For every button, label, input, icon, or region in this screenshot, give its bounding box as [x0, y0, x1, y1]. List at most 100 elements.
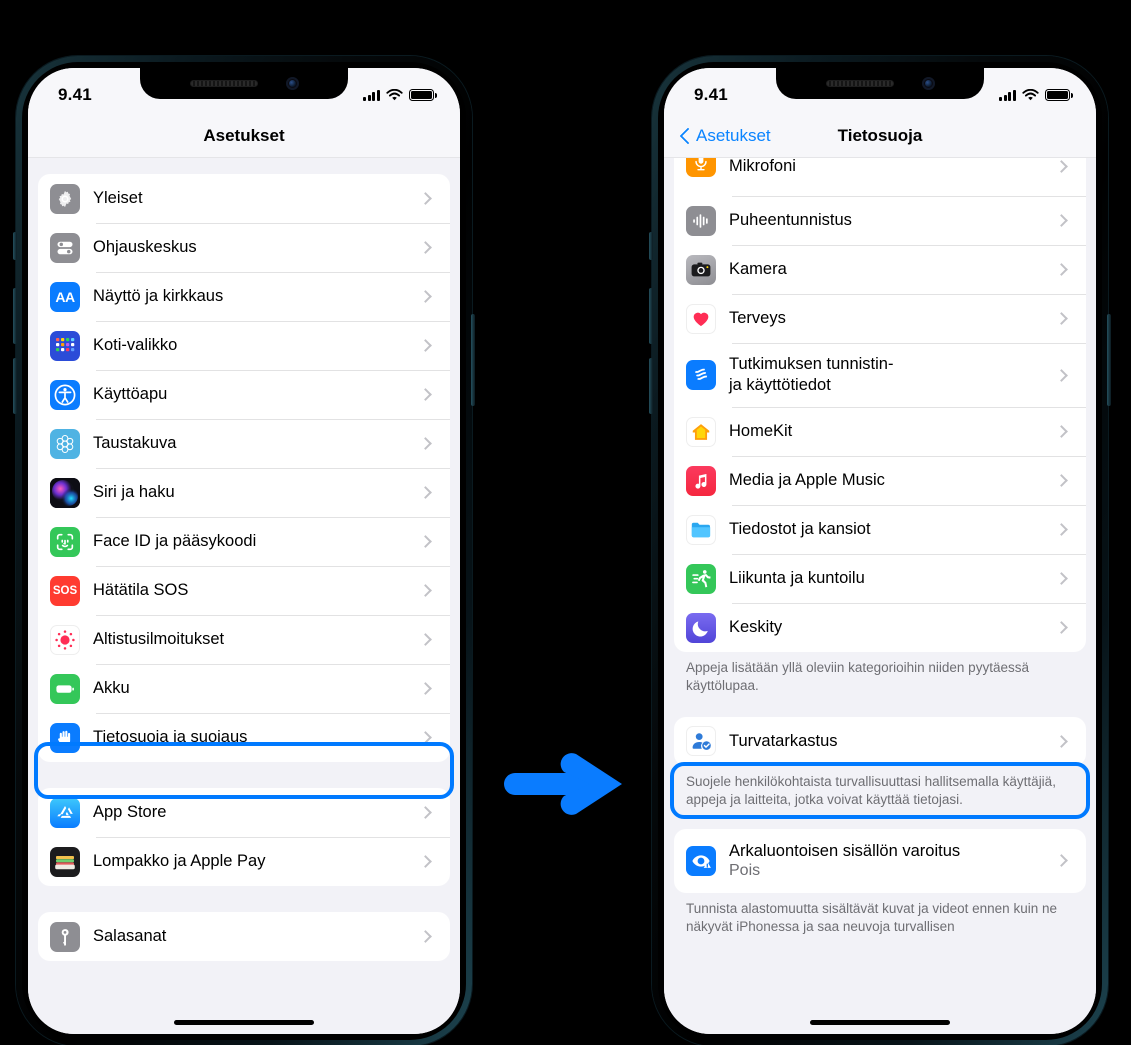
apple-music-icon — [686, 465, 716, 496]
sidebar-item-label: Hätätila SOS — [93, 580, 189, 599]
display-brightness-icon: AA — [50, 281, 80, 312]
chevron-right-icon — [419, 731, 432, 744]
mute-switch-right[interactable] — [649, 232, 653, 260]
sidebar-item-siri-ja-haku[interactable]: Siri ja haku — [38, 468, 450, 517]
accessibility-icon — [50, 379, 80, 410]
siri-icon — [50, 477, 80, 508]
wallet-icon — [50, 846, 80, 877]
settings-list-left[interactable]: Yleiset Ohjauskeskus AA Näyttö ja kirkka… — [28, 158, 460, 1034]
volume-up-button-left[interactable] — [13, 288, 17, 344]
mute-switch-left[interactable] — [13, 232, 17, 260]
sidebar-item-altistusilmoitukset[interactable]: Altistusilmoitukset — [38, 615, 450, 664]
camera-icon — [686, 254, 716, 285]
sidebar-item-yleiset[interactable]: Yleiset — [38, 174, 450, 223]
front-camera-icon — [285, 77, 299, 90]
homekit-icon — [686, 416, 716, 447]
sidebar-item-hatatila-sos[interactable]: SOS Hätätila SOS — [38, 566, 450, 615]
wallpaper-icon — [50, 428, 80, 459]
chevron-right-icon — [1055, 572, 1068, 585]
sidebar-item-akku[interactable]: Akku — [38, 664, 450, 713]
sidebar-item-nautto-ja-kirkkaus[interactable]: AA Näyttö ja kirkkaus — [38, 272, 450, 321]
volume-down-button-left[interactable] — [13, 358, 17, 414]
chevron-right-icon — [419, 584, 432, 597]
list-item-kamera[interactable]: Kamera — [674, 245, 1086, 294]
chevron-right-icon — [1055, 160, 1068, 173]
chevron-right-icon — [419, 682, 432, 695]
notch-left — [140, 68, 348, 99]
list-item-liikunta-ja-kuntoilu[interactable]: Liikunta ja kuntoilu — [674, 554, 1086, 603]
list-item-media-ja-apple-music[interactable]: Media ja Apple Music — [674, 456, 1086, 505]
phone-device-right: 9.41 Asetukset Tietosuoja Mikrofoni Puhe… — [649, 56, 1111, 1045]
sidebar-item-lompakko-ja-apple-pay[interactable]: Lompakko ja Apple Pay — [38, 837, 450, 886]
list-item-text: Arkaluontoisen sisällön varoitus Pois — [729, 842, 1044, 879]
nav-bar-left: Asetukset — [28, 114, 460, 158]
sidebar-item-app-store[interactable]: App Store — [38, 788, 450, 837]
safety-check-icon — [686, 726, 716, 757]
health-heart-icon — [686, 303, 716, 334]
earpiece-speaker — [189, 80, 258, 87]
list-item-label: Kamera — [729, 259, 787, 278]
list-item-terveys[interactable]: Terveys — [674, 294, 1086, 343]
chevron-right-icon — [419, 486, 432, 499]
exposure-notifications-icon — [50, 624, 80, 655]
chevron-right-icon — [1055, 854, 1068, 868]
status-indicators — [363, 88, 437, 102]
list-item-label: Turvatarkastus — [729, 731, 838, 750]
gear-icon — [50, 183, 80, 214]
wifi-icon — [1022, 88, 1039, 100]
volume-down-button-right[interactable] — [649, 358, 653, 414]
list-item-mikrofoni[interactable]: Mikrofoni — [674, 158, 1086, 196]
privacy-group-2: Turvatarkastus — [674, 716, 1086, 766]
home-screen-icon — [50, 330, 80, 361]
face-id-icon — [50, 526, 80, 557]
phone-screen-right: 9.41 Asetukset Tietosuoja Mikrofoni Puhe… — [664, 68, 1096, 1034]
microphone-icon — [686, 158, 716, 177]
sidebar-item-kayttoapu[interactable]: Käyttöapu — [38, 370, 450, 419]
chevron-right-icon — [419, 855, 432, 868]
control-center-icon — [50, 232, 80, 263]
list-item-tiedostot-ja-kansiot[interactable]: Tiedostot ja kansiot — [674, 505, 1086, 554]
privacy-list-right[interactable]: Mikrofoni Puheentunnistus Kamera Terveys… — [664, 158, 1096, 1034]
battery-full-icon — [1045, 89, 1073, 101]
focus-moon-icon — [686, 612, 716, 643]
sidebar-item-label: Face ID ja pääsykoodi — [93, 531, 257, 550]
screenshot-stage: 9.41 Asetukset Yleiset Ohjauskeskus AA N… — [0, 0, 1131, 1045]
sidebar-item-salasanat[interactable]: Salasanat — [38, 912, 450, 961]
list-item-label: Media ja Apple Music — [729, 470, 885, 489]
sidebar-item-taustakuva[interactable]: Taustakuva — [38, 419, 450, 468]
chevron-right-icon — [419, 437, 432, 450]
list-item-homekit[interactable]: HomeKit — [674, 407, 1086, 456]
files-folder-icon — [686, 514, 716, 545]
list-item-keskity[interactable]: Keskity — [674, 603, 1086, 652]
sidebar-item-ohjauskeskus[interactable]: Ohjauskeskus — [38, 223, 450, 272]
back-button[interactable]: Asetukset — [680, 126, 771, 146]
sidebar-item-face-id[interactable]: Face ID ja pääsykoodi — [38, 517, 450, 566]
footnote-sensitive-content: Tunnista alastomuutta sisältävät kuvat j… — [686, 900, 1057, 934]
back-button-label: Asetukset — [696, 126, 771, 145]
status-time: 9.41 — [58, 85, 92, 104]
speech-recognition-icon — [686, 205, 716, 236]
volume-up-button-right[interactable] — [649, 288, 653, 344]
app-store-icon — [50, 797, 80, 828]
list-item-turvatarkastus[interactable]: Turvatarkastus — [674, 717, 1086, 766]
sidebar-item-koti-valikko[interactable]: Koti-valikko — [38, 321, 450, 370]
power-button-left[interactable] — [471, 314, 475, 406]
list-item-tutkimuksen-tunnistin[interactable]: Tutkimuksen tunnistin- ja käyttötiedot — [674, 343, 1086, 407]
sidebar-item-tietosuoja-ja-suojaus[interactable]: Tietosuoja ja suojaus — [38, 713, 450, 762]
sos-icon: SOS — [50, 575, 80, 606]
settings-group-3: Salasanat — [38, 912, 450, 961]
list-item-label: Tiedostot ja kansiot — [729, 519, 871, 538]
sidebar-item-label: Akku — [93, 678, 130, 697]
power-button-right[interactable] — [1107, 314, 1111, 406]
sidebar-item-label: Tietosuoja ja suojaus — [93, 727, 248, 746]
list-item-puheentunnistus[interactable]: Puheentunnistus — [674, 196, 1086, 245]
wifi-icon — [386, 88, 403, 100]
list-item-arkaluontoisen-sisallon-varoitus[interactable]: Arkaluontoisen sisällön varoitus Pois — [674, 829, 1086, 893]
chevron-right-icon — [419, 290, 432, 303]
sidebar-item-label: Salasanat — [93, 926, 167, 945]
chevron-right-icon — [419, 930, 432, 943]
chevron-right-icon — [1055, 368, 1068, 382]
sidebar-item-label: Koti-valikko — [93, 335, 178, 354]
page-title: Tietosuoja — [837, 126, 923, 145]
list-item-label: Tutkimuksen tunnistin- ja käyttötiedot — [729, 354, 894, 394]
